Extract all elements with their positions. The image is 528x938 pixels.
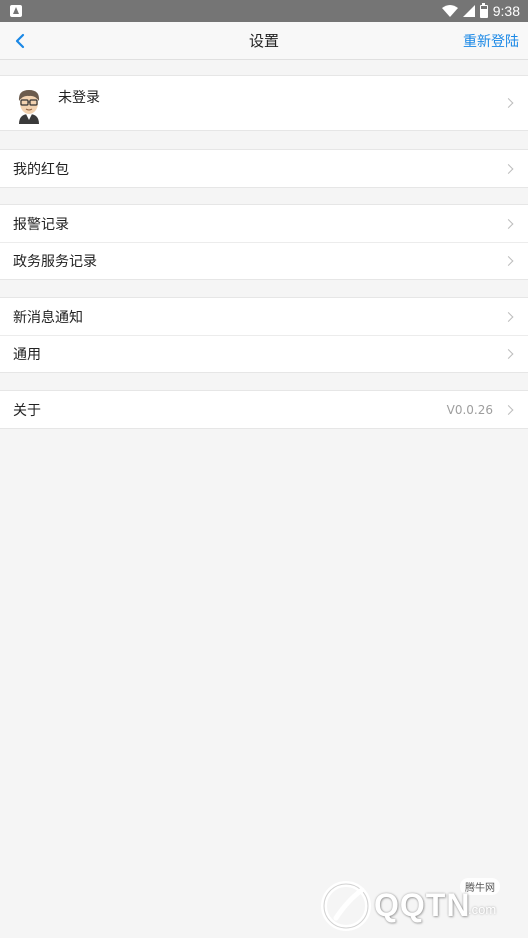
nav-bar: 设置 重新登陆 xyxy=(0,22,528,60)
chevron-right-icon xyxy=(503,311,514,322)
row-label: 报警记录 xyxy=(13,216,69,233)
row-about[interactable]: 关于 V0.0.26 xyxy=(0,391,528,428)
row-red-packet[interactable]: 我的红包 xyxy=(0,150,528,187)
relogin-button[interactable]: 重新登陆 xyxy=(463,31,519,51)
chevron-right-icon xyxy=(503,349,514,359)
watermark-text: QQTN xyxy=(374,887,471,923)
settings-group-general: 新消息通知 通用 xyxy=(0,297,528,373)
status-bar: 9:38 xyxy=(0,0,528,22)
status-left xyxy=(10,5,22,17)
row-label: 政务服务记录 xyxy=(13,254,97,270)
profile-group: 未登录 xyxy=(0,75,528,131)
watermark: 腾牛网 QQTN .com xyxy=(318,876,518,932)
status-time: 9:38 xyxy=(492,3,520,19)
signal-icon xyxy=(462,5,475,17)
watermark-logo-icon xyxy=(321,881,371,931)
battery-icon xyxy=(479,2,488,18)
row-gov-service-records[interactable]: 政务服务记录 xyxy=(0,242,528,279)
row-notifications[interactable]: 新消息通知 xyxy=(0,298,528,335)
version-value: V0.0.26 xyxy=(446,402,493,417)
row-label: 新消息通知 xyxy=(13,309,83,326)
row-alarm-records[interactable]: 报警记录 xyxy=(0,205,528,242)
profile-name: 未登录 xyxy=(58,90,100,106)
row-label: 通用 xyxy=(13,347,41,363)
chevron-right-icon xyxy=(503,256,514,266)
chevron-right-icon xyxy=(503,404,514,415)
row-label: 我的红包 xyxy=(13,161,69,178)
page-title: 设置 xyxy=(248,32,279,50)
chevron-right-icon xyxy=(503,98,514,108)
settings-group-records: 报警记录 政务服务记录 xyxy=(0,204,528,280)
avatar xyxy=(18,90,40,124)
chevron-right-icon xyxy=(503,218,514,229)
chevron-left-icon xyxy=(15,33,25,49)
back-button[interactable] xyxy=(6,27,34,55)
row-label: 关于 xyxy=(13,402,41,419)
chevron-right-icon xyxy=(503,163,514,174)
settings-group-about: 关于 V0.0.26 xyxy=(0,390,528,429)
notification-icon xyxy=(10,5,22,17)
row-general[interactable]: 通用 xyxy=(0,335,528,372)
status-right: 9:38 xyxy=(441,2,520,19)
wifi-icon xyxy=(441,5,458,17)
settings-group-wallet: 我的红包 xyxy=(0,149,528,188)
profile-row[interactable]: 未登录 xyxy=(0,76,528,130)
watermark-suffix: .com xyxy=(468,902,497,917)
